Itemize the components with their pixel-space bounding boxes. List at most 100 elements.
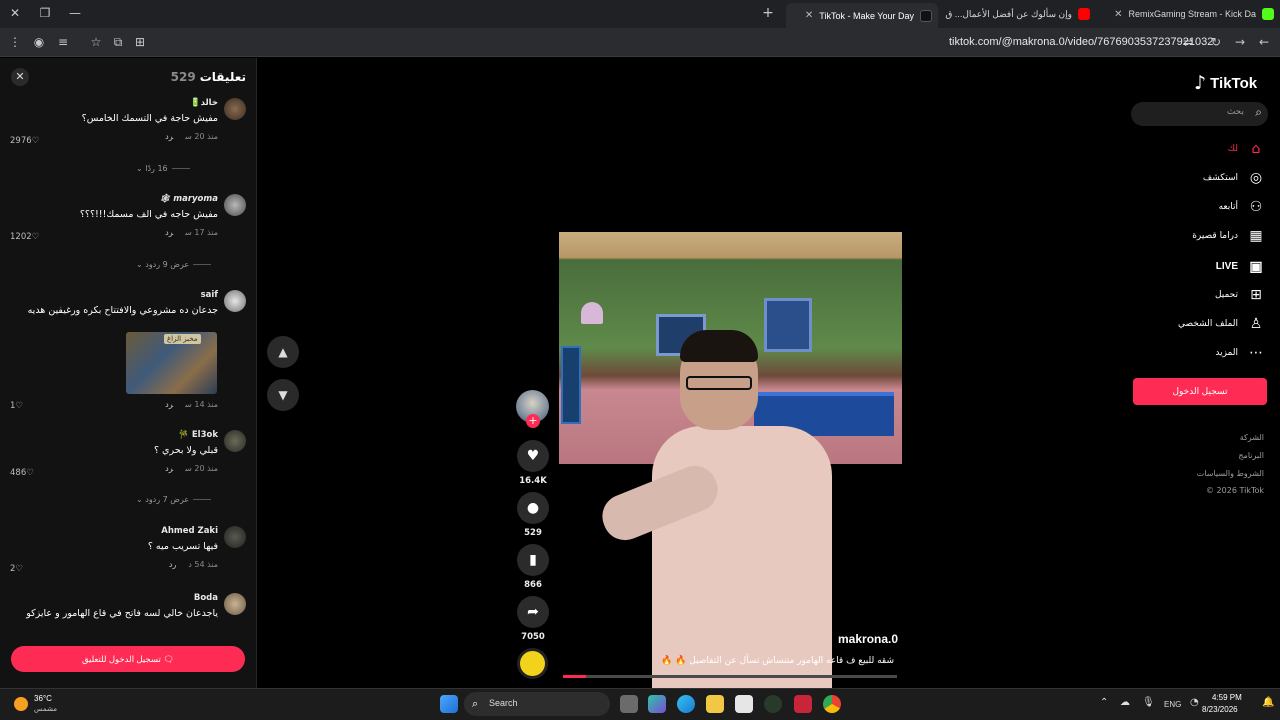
home-icon: ⌂ (1251, 141, 1261, 157)
like-button[interactable]: ♥ (517, 440, 549, 472)
avatar[interactable] (224, 194, 246, 216)
next-video-button[interactable]: ▼ (267, 379, 299, 411)
comment-text: مفيش حاجه في الف مسمك!!!؟؟؟ (79, 209, 218, 220)
comment-username[interactable]: Boda (10, 593, 218, 603)
close-window-icon[interactable]: ✕ (7, 6, 23, 22)
share-button[interactable]: ➦ (517, 596, 549, 628)
share-icon[interactable]: ⧉ (110, 35, 126, 51)
follow-plus-icon[interactable]: + (526, 414, 540, 428)
nav-more[interactable]: ⋯ المزيد (1215, 342, 1266, 364)
chrome-icon[interactable] (823, 695, 841, 713)
comment-likes[interactable]: 2976♡ (10, 136, 39, 146)
search-input[interactable]: بحث ⌕ (1131, 102, 1268, 126)
music-disc-icon[interactable] (517, 648, 548, 679)
tab-kick[interactable]: RemixGaming Stream - Kick Da ✕ (1100, 4, 1280, 24)
reply-link[interactable]: رد (165, 464, 173, 473)
search-icon[interactable]: ⌕ (1255, 105, 1262, 120)
live-tv-icon: ▣ (1249, 257, 1263, 274)
scene-lamp (581, 302, 603, 324)
tab-close-icon[interactable]: ✕ (1114, 9, 1122, 20)
avatar[interactable] (224, 290, 246, 312)
xbox-icon[interactable] (764, 695, 782, 713)
view-replies-button[interactable]: عرض 9 ردود ⌄ (136, 260, 212, 269)
nav-upload[interactable]: ⊞ تحميل (1215, 284, 1266, 306)
comment-likes[interactable]: 1202♡ (10, 232, 39, 242)
clock-time[interactable]: 4:59 PM (1212, 693, 1242, 702)
widgets-icon[interactable] (648, 695, 666, 713)
nav-explore[interactable]: ◎ استكشف (1203, 167, 1266, 189)
url-field[interactable]: tiktok.com/@makrona.0/video/767690353723… (949, 36, 1213, 48)
footer-company-link[interactable]: الشركة (1240, 433, 1264, 442)
task-view-icon[interactable] (620, 695, 638, 713)
footer-terms-link[interactable]: الشروط والسياسات (1197, 469, 1264, 478)
comment-username[interactable]: maryoma 🕸 (10, 194, 218, 204)
nav-profile[interactable]: ♙ الملف الشخصي (1178, 313, 1266, 335)
extensions-icon[interactable]: ⊞ (132, 35, 148, 51)
tab-tiktok[interactable]: TikTok - Make Your Day ✕ (786, 3, 938, 28)
comment-likes[interactable]: 486♡ (10, 468, 34, 478)
restore-window-icon[interactable]: ❐ (37, 6, 53, 22)
reading-list-icon[interactable]: ≡ (55, 35, 71, 51)
previous-video-button[interactable]: ▲ (267, 336, 299, 368)
save-button[interactable]: ▮ (517, 544, 549, 576)
language-indicator[interactable]: ENG (1164, 700, 1181, 709)
reply-link[interactable]: رد (165, 132, 173, 141)
view-replies-button[interactable]: عرض 7 ردود ⌄ (136, 495, 212, 504)
back-icon[interactable]: ← (1256, 35, 1272, 51)
tab-title: وإن سألوك عن أفضل الأعمال... ق (945, 8, 1072, 19)
nav-label: أتابعه (1218, 202, 1238, 212)
mic-icon[interactable]: 🎙 (1142, 697, 1155, 708)
store-icon[interactable] (735, 695, 753, 713)
minimize-window-icon[interactable]: — (67, 6, 83, 22)
nav-for-you[interactable]: ⌂ لك (1228, 138, 1266, 160)
tiktok-logo[interactable]: ♪ TikTok (1194, 72, 1257, 94)
comment-username[interactable]: saif (10, 290, 218, 300)
chevron-up-icon[interactable]: ⌃ (1100, 697, 1108, 708)
close-comments-button[interactable]: ✕ (11, 68, 29, 86)
nav-live[interactable]: ▣ LIVE (1216, 255, 1266, 277)
account-icon[interactable]: ◉ (31, 35, 47, 51)
reply-link[interactable]: رد (169, 560, 176, 569)
comment-username[interactable]: خالد🔋 (10, 98, 218, 108)
login-to-comment-button[interactable]: 🗨 تسجيل الدخول للتعليق (11, 646, 245, 672)
comment-username[interactable]: El3ok 🎋 (10, 430, 218, 440)
login-button[interactable]: تسجيل الدخول (1133, 378, 1267, 405)
bookmark-star-icon[interactable]: ☆ (88, 35, 104, 51)
clock-date[interactable]: 8/23/2026 (1202, 705, 1238, 714)
comment-username[interactable]: Ahmed Zaki (10, 526, 218, 536)
notification-bell-icon[interactable]: 🔔 (1262, 697, 1274, 708)
comment-likes[interactable]: 1♡ (10, 401, 23, 411)
taskbar-search[interactable]: ⌕ Search (464, 692, 610, 716)
tab-youtube[interactable]: وإن سألوك عن أفضل الأعمال... ق ✕ (944, 4, 1096, 24)
sun-icon[interactable] (14, 697, 28, 711)
menu-dots-icon[interactable]: ⋮ (7, 35, 23, 51)
cloud-icon[interactable]: ☁ (1120, 697, 1130, 708)
person-glasses (686, 376, 752, 390)
heart-outline-icon: ♡ (15, 401, 24, 411)
file-explorer-icon[interactable] (706, 695, 724, 713)
video-progress-bar[interactable] (563, 675, 897, 678)
app-icon[interactable] (794, 695, 812, 713)
weather-temp[interactable]: 36°C (34, 694, 52, 703)
avatar[interactable] (224, 593, 246, 615)
video-progress-fill (563, 675, 587, 678)
edge-icon[interactable] (677, 695, 695, 713)
reply-link[interactable]: رد (165, 228, 173, 237)
nav-following[interactable]: ⚇ أتابعه (1219, 196, 1266, 218)
view-replies-button[interactable]: 16 ردًا ⌄ (136, 164, 190, 173)
comment-likes[interactable]: 2♡ (10, 564, 23, 574)
new-tab-icon[interactable]: + (760, 6, 776, 22)
nav-short-drama[interactable]: ▦ دراما قصيرة (1192, 225, 1266, 247)
comment-button[interactable]: ● (517, 492, 549, 524)
windows-start-icon[interactable] (440, 695, 458, 713)
avatar[interactable] (224, 430, 246, 452)
avatar[interactable] (224, 98, 246, 120)
tab-close-icon[interactable]: ✕ (805, 10, 813, 21)
forward-icon[interactable]: → (1232, 35, 1248, 51)
avatar[interactable] (224, 526, 246, 548)
footer-program-link[interactable]: البرنامج (1238, 451, 1264, 460)
video-author[interactable]: makrona.0 (838, 632, 898, 646)
reply-link[interactable]: رد (165, 400, 173, 409)
wifi-volume-icon[interactable]: ◔ (1190, 697, 1199, 708)
comment-image[interactable]: مخبز الزاغ (126, 332, 217, 394)
